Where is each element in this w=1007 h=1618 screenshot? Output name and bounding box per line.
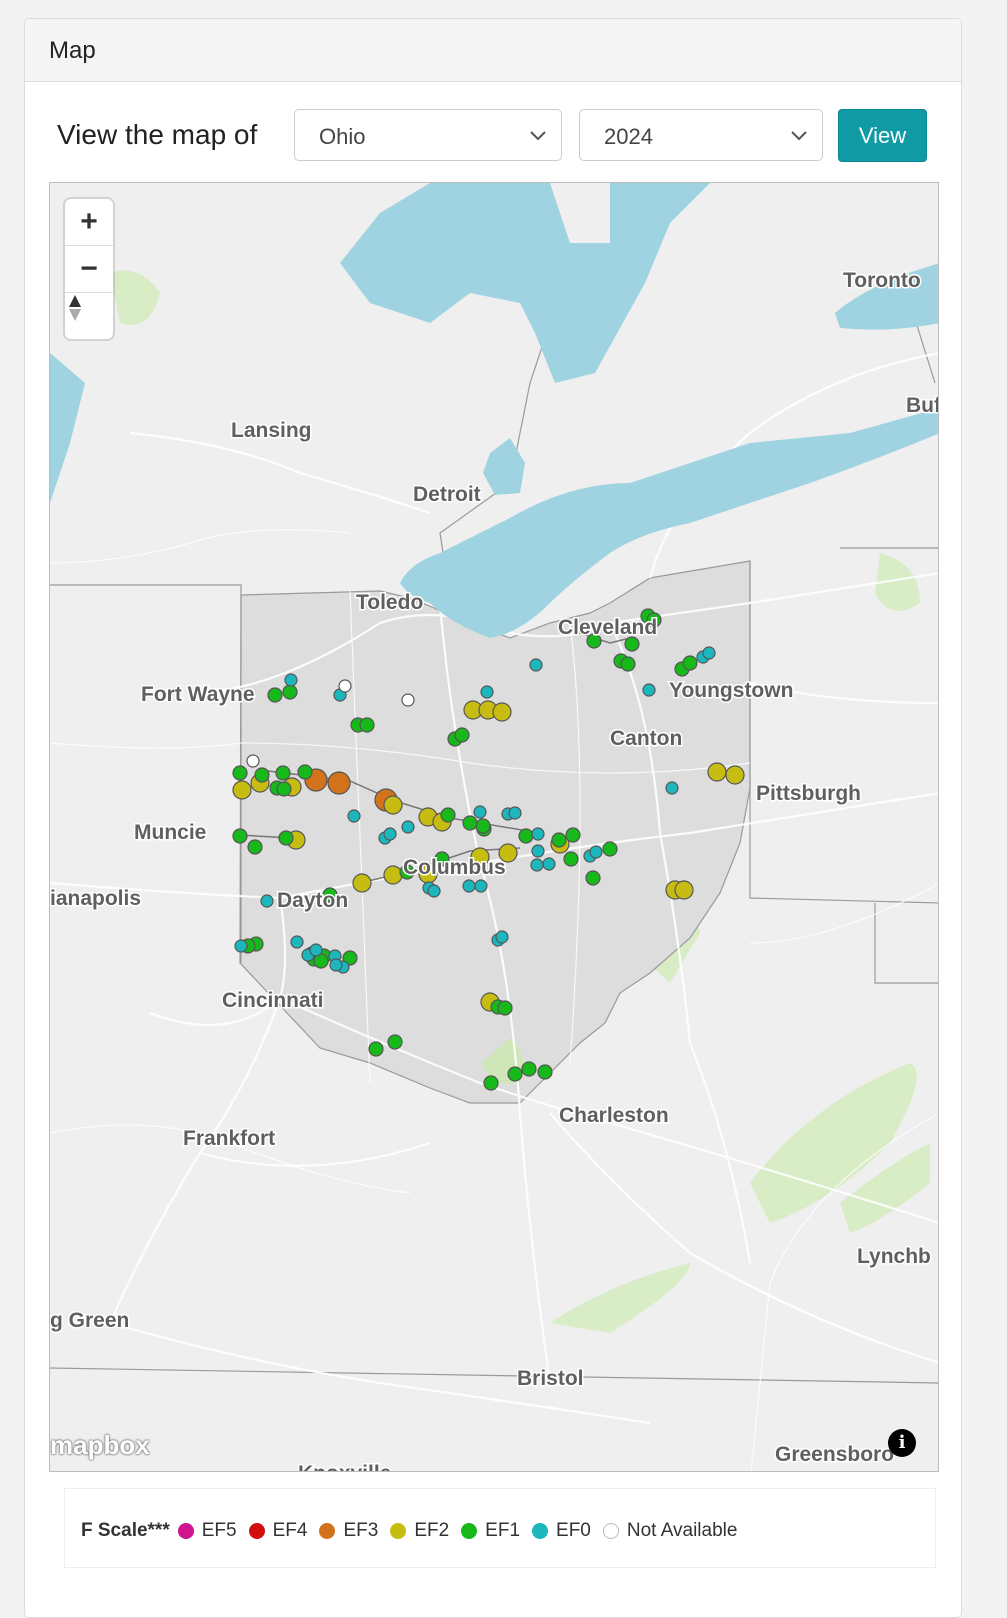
year-select-value: 2024	[604, 124, 653, 149]
zoom-in-button[interactable]: +	[65, 199, 113, 245]
city-label: Detroit	[413, 483, 481, 506]
legend-label: EF2	[414, 1520, 450, 1541]
city-label: Dayton	[277, 889, 348, 912]
info-button[interactable]: i	[888, 1429, 916, 1457]
compass-icon	[69, 295, 81, 321]
legend-label: EF3	[343, 1520, 379, 1541]
legend-item-ef3: EF3	[319, 1520, 378, 1542]
legend-label: EF1	[485, 1520, 521, 1541]
view-map-label: View the map of	[57, 119, 258, 150]
city-label: Columbus	[403, 856, 506, 879]
ef2-dot-icon	[390, 1523, 407, 1539]
city-label: Knoxville	[298, 1462, 391, 1472]
panel-header	[25, 19, 961, 82]
ef0-dot-icon	[532, 1523, 549, 1539]
state-select[interactable]: Ohio	[294, 109, 562, 161]
view-button[interactable]: View	[838, 109, 927, 162]
legend-item-ef4: EF4	[248, 1520, 308, 1542]
legend-item-ef0: EF0	[532, 1520, 591, 1542]
ef5-dot-icon	[177, 1523, 194, 1539]
city-label: Muncie	[134, 821, 206, 844]
city-label: Cleveland	[558, 616, 657, 639]
legend-item-na: Not Available	[602, 1520, 738, 1542]
city-label: Youngstown	[669, 679, 793, 702]
chevron-down-icon	[530, 131, 546, 141]
city-label: Toledo	[356, 591, 423, 614]
legend-label: EF5	[201, 1520, 237, 1541]
city-label: g Green	[50, 1309, 129, 1332]
ef1-dot-icon	[461, 1523, 478, 1539]
ef3-dot-icon	[319, 1523, 336, 1539]
legend-label: EF4	[272, 1520, 308, 1541]
legend-item-ef2: EF2	[390, 1520, 449, 1542]
legend-label: EF0	[556, 1520, 591, 1541]
year-select[interactable]: 2024	[579, 109, 823, 161]
fscale-legend: F Scale*** EF5 EF4 EF3 EF2 EF1 EF0 Not A…	[64, 1488, 936, 1568]
city-label: Bristol	[517, 1367, 584, 1390]
zoom-out-button[interactable]: −	[65, 246, 113, 292]
city-label: Charleston	[559, 1104, 669, 1127]
legend-item-ef5: EF5	[177, 1520, 237, 1542]
zoom-control: + −	[65, 199, 113, 339]
city-label: Canton	[610, 727, 682, 750]
na-dot-icon	[602, 1523, 619, 1539]
city-label: ianapolis	[50, 887, 141, 910]
legend-item-ef1: EF1	[461, 1520, 520, 1542]
tornado-map[interactable]: Toronto Buf Lansing Detroit Toledo Cleve…	[49, 182, 939, 1472]
city-label: Pittsburgh	[756, 782, 861, 805]
mapbox-logo[interactable]: mapbox	[50, 1430, 150, 1461]
city-label: Frankfort	[183, 1127, 275, 1150]
city-label: Lynchb	[857, 1245, 931, 1268]
city-label: Lansing	[231, 419, 312, 442]
panel-title: Map	[49, 37, 96, 64]
map-canvas: Toronto Buf Lansing Detroit Toledo Cleve…	[50, 183, 939, 1472]
city-label: Buf	[906, 394, 939, 417]
city-label: Fort Wayne	[141, 683, 255, 706]
ef4-dot-icon	[248, 1523, 265, 1539]
city-label: Toronto	[843, 269, 921, 292]
chevron-down-icon	[791, 131, 807, 141]
city-label: Greensboro	[775, 1443, 894, 1466]
legend-row: F Scale*** EF5 EF4 EF3 EF2 EF1 EF0 Not A…	[81, 1520, 749, 1542]
legend-label: Not Available	[626, 1520, 738, 1541]
compass-button[interactable]	[65, 293, 113, 339]
city-label: Cincinnati	[222, 989, 324, 1012]
state-select-value: Ohio	[319, 124, 366, 149]
legend-title: F Scale***	[81, 1520, 170, 1541]
